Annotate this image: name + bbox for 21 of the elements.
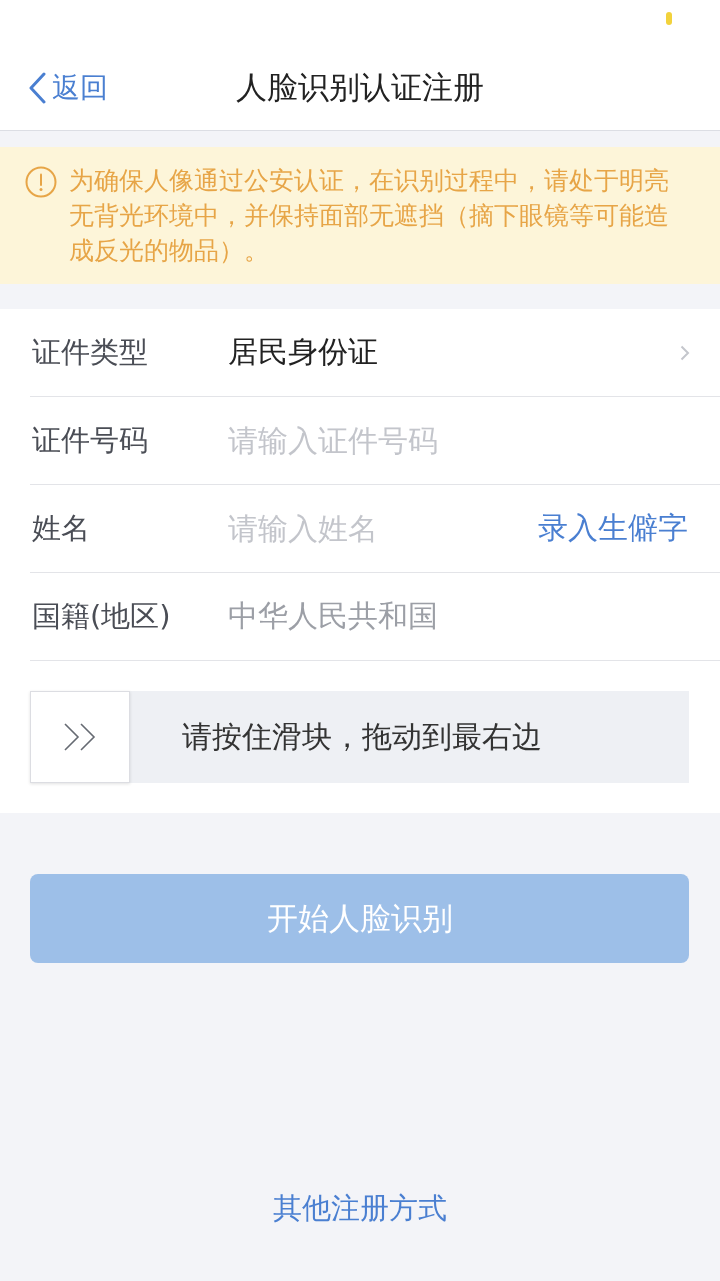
notice-text: 为确保人像通过公安认证，在识别过程中，请处于明亮无背光环境中，并保持面部无遮挡（摘下眼镜等可能造成反光的物品）。 — [69, 165, 670, 267]
alert-icon — [25, 166, 57, 198]
slider-thumb[interactable] — [30, 691, 130, 783]
field-label: 证件类型 — [32, 333, 149, 371]
slider-track[interactable]: 请按住滑块，拖动到最右边 — [30, 691, 689, 783]
input-field[interactable]: 请输入证件号码 — [228, 410, 720, 471]
other-registration-link[interactable]: 其他注册方式 — [273, 1189, 447, 1229]
field-label: 国籍(地区) — [32, 597, 172, 635]
back-button[interactable]: 返回 — [28, 69, 108, 107]
status-indicator-icon — [666, 12, 672, 25]
rare-character-link[interactable]: 录入生僻字 — [538, 508, 688, 549]
page-title: 人脸识别认证注册 — [236, 68, 484, 107]
input-field[interactable]: 请输入姓名 — [228, 498, 538, 559]
nationality-value: 中华人民共和国 — [228, 597, 438, 635]
chevron-left-icon — [28, 72, 46, 104]
double-chevron-icon — [63, 722, 97, 752]
slider-hint: 请按住滑块，拖动到最右边 — [180, 717, 542, 756]
field-label: 姓名 — [32, 509, 91, 547]
id-type-select[interactable]: 居民身份证 — [228, 309, 720, 396]
field-label: 证件号码 — [32, 421, 149, 459]
chevron-right-icon — [680, 344, 690, 361]
